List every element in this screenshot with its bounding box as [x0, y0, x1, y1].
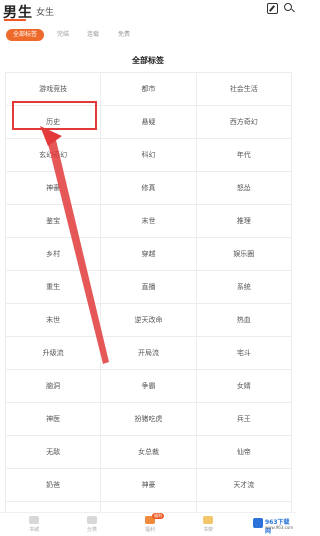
- filter-chip-all[interactable]: 全部标签: [6, 29, 44, 41]
- tag-cell[interactable]: 兵王: [195, 403, 292, 435]
- tag-cell[interactable]: 科幻: [100, 139, 195, 171]
- tag-row: 鉴宝 末世 推理: [5, 204, 292, 237]
- tag-cell[interactable]: 奶爸: [5, 469, 100, 501]
- edit-icon[interactable]: [267, 3, 278, 14]
- tab-female[interactable]: 女生: [36, 5, 54, 18]
- tag-row: 升级流 开局流 宅斗: [5, 336, 292, 369]
- tag-cell[interactable]: 扮猪吃虎: [100, 403, 195, 435]
- section-title: 全部标签: [132, 56, 164, 65]
- filter-row: 全部标签 完结 连载 免费: [0, 27, 296, 43]
- tag-cell[interactable]: 娱乐圈: [195, 238, 292, 270]
- tag-cell[interactable]: 女婿: [195, 370, 292, 402]
- watermark: 963下载网 www.963.com: [253, 515, 294, 535]
- tab-active-indicator: [4, 19, 26, 21]
- tag-cell[interactable]: 修真: [100, 172, 195, 204]
- tag-row: 奶爸 神豪 天才流: [5, 468, 292, 501]
- filter-chip-finished[interactable]: 完结: [52, 29, 74, 41]
- bottom-item-bookshelf[interactable]: 书架: [188, 516, 228, 536]
- tag-cell[interactable]: 穿越: [100, 238, 195, 270]
- top-nav: 男生 女生: [0, 0, 296, 22]
- tag-cell[interactable]: 怒怂: [195, 172, 292, 204]
- tag-cell[interactable]: 直播: [100, 271, 195, 303]
- tag-row: 重生 直播 系统: [5, 270, 292, 303]
- filter-chip-serial[interactable]: 连载: [82, 29, 104, 41]
- highlight-box: [12, 101, 97, 130]
- tag-cell[interactable]: 开局流: [100, 337, 195, 369]
- watermark-logo-icon: [253, 518, 263, 528]
- tag-row: 乡村 穿越 娱乐圈: [5, 237, 292, 270]
- tag-cell[interactable]: 无敌: [5, 436, 100, 468]
- tag-cell[interactable]: 热血: [195, 304, 292, 336]
- tag-cell[interactable]: 乡村: [5, 238, 100, 270]
- tag-cell[interactable]: 都市: [100, 73, 195, 105]
- bookstore-icon: [29, 516, 39, 524]
- tag-cell[interactable]: 鉴宝: [5, 205, 100, 237]
- tag-cell[interactable]: 争霸: [100, 370, 195, 402]
- tag-cell[interactable]: 社会生活: [195, 73, 292, 105]
- tag-cell[interactable]: 女总裁: [100, 436, 195, 468]
- tag-row: 神豪 修真 怒怂: [5, 171, 292, 204]
- tag-cell[interactable]: 玄幻奇幻: [5, 139, 100, 171]
- category-icon: [87, 516, 97, 524]
- tag-cell[interactable]: 神医: [5, 403, 100, 435]
- search-icon[interactable]: [284, 3, 295, 13]
- tag-row: 末世 逆天改命 热血: [5, 303, 292, 336]
- tag-cell[interactable]: 仙帝: [195, 436, 292, 468]
- bottom-item-welfare[interactable]: 福利 福利: [130, 513, 170, 536]
- bookshelf-icon: [203, 516, 213, 524]
- tag-cell[interactable]: 天才流: [195, 469, 292, 501]
- tag-cell[interactable]: 升级流: [5, 337, 100, 369]
- tag-row: 无敌 女总裁 仙帝: [5, 435, 292, 468]
- tag-row: 玄幻奇幻 科幻 年代: [5, 138, 292, 171]
- bottom-bar: 书城 分类 福利 福利 书架: [0, 512, 296, 536]
- tag-cell[interactable]: 逆天改命: [100, 304, 195, 336]
- tag-row: 神医 扮猪吃虎 兵王: [5, 402, 292, 435]
- tag-cell[interactable]: 宅斗: [195, 337, 292, 369]
- tag-cell[interactable]: 推理: [195, 205, 292, 237]
- tag-cell[interactable]: 神豪: [5, 172, 100, 204]
- tag-grid: 游戏竞技 都市 社会生活 历史 悬疑 西方奇幻 玄幻奇幻 科幻 年代 神豪 修真 怒怂 鉴宝 末世 推理 乡村…: [5, 72, 292, 534]
- tag-cell[interactable]: 悬疑: [100, 106, 195, 138]
- tag-cell[interactable]: 神豪: [100, 469, 195, 501]
- bottom-item-category[interactable]: 分类: [72, 516, 112, 536]
- tag-cell[interactable]: 末世: [5, 304, 100, 336]
- welfare-badge: 福利: [152, 513, 164, 519]
- tag-cell[interactable]: 脑洞: [5, 370, 100, 402]
- tag-cell[interactable]: 年代: [195, 139, 292, 171]
- watermark-sub: www.963.com: [265, 525, 294, 530]
- bottom-item-bookstore[interactable]: 书城: [14, 516, 54, 536]
- tag-cell[interactable]: 西方奇幻: [195, 106, 292, 138]
- tag-cell[interactable]: 末世: [100, 205, 195, 237]
- tag-cell[interactable]: 重生: [5, 271, 100, 303]
- tag-cell[interactable]: 系统: [195, 271, 292, 303]
- tag-row: 脑洞 争霸 女婿: [5, 369, 292, 402]
- filter-chip-free[interactable]: 免费: [113, 29, 135, 41]
